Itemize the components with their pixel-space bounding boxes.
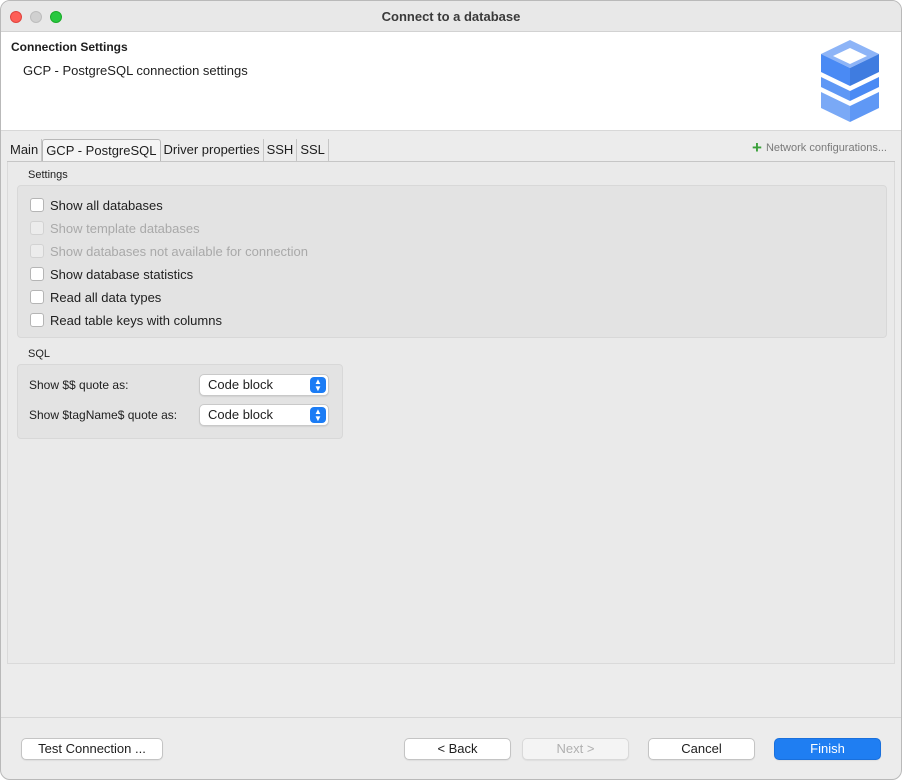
connect-database-dialog: Connect to a database Connection Setting… <box>0 0 902 780</box>
tag-quote-row: Show $tagName$ quote as: Code block ▲ ▼ <box>29 404 329 426</box>
updown-chevron-icon: ▲ ▼ <box>310 407 326 423</box>
dollar-quote-label: Show $$ quote as: <box>29 378 129 392</box>
dollar-quote-value: Code block <box>208 377 274 392</box>
read-table-keys-checkbox[interactable] <box>30 313 44 327</box>
show-all-databases-checkbox[interactable] <box>30 198 44 212</box>
tab-ssl[interactable]: SSL <box>297 139 329 162</box>
header-title: Connection Settings <box>11 40 128 54</box>
back-button[interactable]: < Back <box>404 738 511 760</box>
close-window-button[interactable] <box>10 11 22 23</box>
dollar-quote-select[interactable]: Code block ▲ ▼ <box>199 374 329 396</box>
tab-gcp-postgresql[interactable]: GCP - PostgreSQL <box>42 139 161 163</box>
show-unavailable-databases-checkbox <box>30 244 44 258</box>
show-database-statistics-option[interactable]: Show database statistics <box>30 265 193 283</box>
tag-quote-label: Show $tagName$ quote as: <box>29 408 178 422</box>
read-all-data-types-option[interactable]: Read all data types <box>30 288 161 306</box>
sql-group-label: SQL <box>28 348 51 360</box>
show-all-databases-option[interactable]: Show all databases <box>30 196 163 214</box>
tab-main[interactable]: Main <box>7 139 43 162</box>
sql-group: Show $$ quote as: Code block ▲ ▼ Show $ta… <box>17 364 343 439</box>
checkbox-label: Show databases not available for connect… <box>50 243 309 259</box>
tab-content-panel: Settings Show all databases Show templat… <box>7 162 895 664</box>
tab-ssh[interactable]: SSH <box>264 139 298 162</box>
zoom-window-button[interactable] <box>50 11 62 23</box>
header-subtitle: GCP - PostgreSQL connection settings <box>23 63 248 78</box>
checkbox-label: Show template databases <box>50 220 200 236</box>
show-unavailable-databases-option: Show databases not available for connect… <box>30 242 308 260</box>
next-button: Next > <box>522 738 629 760</box>
footer-divider <box>1 717 901 718</box>
window-title: Connect to a database <box>381 8 521 24</box>
checkbox-label: Read table keys with columns <box>50 312 222 328</box>
read-all-data-types-checkbox[interactable] <box>30 290 44 304</box>
plus-icon: + <box>752 138 762 157</box>
tab-driver-properties[interactable]: Driver properties <box>161 139 264 162</box>
show-database-statistics-checkbox[interactable] <box>30 267 44 281</box>
finish-button[interactable]: Finish <box>774 738 881 760</box>
test-connection-button[interactable]: Test Connection ... <box>21 738 163 760</box>
checkbox-label: Show all databases <box>50 197 163 213</box>
settings-group-label: Settings <box>28 169 68 181</box>
title-bar: Connect to a database <box>1 1 901 32</box>
show-template-databases-checkbox <box>30 221 44 235</box>
tag-quote-select[interactable]: Code block ▲ ▼ <box>199 404 329 426</box>
cancel-button[interactable]: Cancel <box>648 738 755 760</box>
window-controls <box>10 11 62 23</box>
dialog-header: Connection Settings GCP - PostgreSQL con… <box>1 32 901 131</box>
minimize-window-button[interactable] <box>30 11 42 23</box>
checkbox-label: Read all data types <box>50 289 162 305</box>
read-table-keys-option[interactable]: Read table keys with columns <box>30 311 222 329</box>
settings-group: Show all databases Show template databas… <box>17 185 887 338</box>
tab-bar: Main GCP - PostgreSQL Driver properties … <box>7 139 329 163</box>
tag-quote-value: Code block <box>208 407 274 422</box>
updown-chevron-icon: ▲ ▼ <box>310 377 326 393</box>
gcp-database-stack-icon <box>821 40 879 122</box>
network-configurations-label: Network configurations... <box>765 142 887 154</box>
checkbox-label: Show database statistics <box>50 266 194 282</box>
network-configurations-link[interactable]: + Network configurations... <box>752 138 887 157</box>
show-template-databases-option: Show template databases <box>30 219 200 237</box>
dollar-quote-row: Show $$ quote as: Code block ▲ ▼ <box>29 374 329 396</box>
